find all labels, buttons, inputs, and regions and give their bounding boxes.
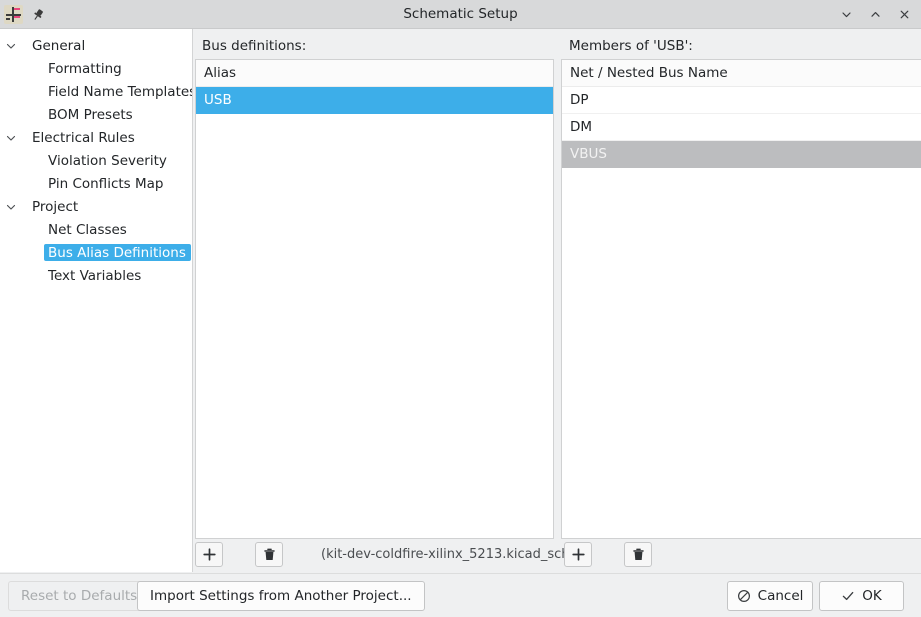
ok-button[interactable]: OK — [819, 581, 904, 611]
schematic-setup-dialog: Schematic Setup — [0, 0, 921, 617]
sidebar-item-label: Formatting — [0, 60, 128, 77]
reset-to-defaults-label: Reset to Defaults — [21, 588, 137, 604]
add-member-button[interactable] — [564, 542, 592, 567]
table-row[interactable]: USB — [196, 87, 553, 114]
ok-label: OK — [862, 588, 881, 604]
bus-definitions-list[interactable]: Alias USB — [195, 59, 554, 539]
check-icon — [841, 589, 855, 603]
sidebar-item-label: Violation Severity — [0, 152, 173, 169]
sidebar-item-general[interactable]: General — [0, 34, 192, 57]
sidebar-item-label: Bus Alias Definitions — [44, 244, 191, 261]
sidebar-item-field-name-templates[interactable]: Field Name Templates — [0, 80, 192, 103]
add-bus-definition-button[interactable] — [195, 542, 223, 567]
bus-definitions-column-header: Alias — [196, 60, 553, 87]
bus-definitions-toolbar: (kit-dev-coldfire-xilinx_5213.kicad_sch) — [195, 542, 575, 567]
minimize-chevron-down-icon[interactable] — [833, 2, 860, 27]
trash-icon — [631, 547, 646, 562]
table-row[interactable]: VBUS — [562, 141, 921, 168]
members-label: Members of 'USB': — [569, 38, 693, 54]
table-row[interactable]: DM — [562, 114, 921, 141]
plus-icon — [202, 547, 217, 562]
members-toolbar — [564, 542, 652, 567]
delete-member-button[interactable] — [624, 542, 652, 567]
members-list[interactable]: Net / Nested Bus Name DP DM VBUS — [561, 59, 921, 539]
dialog-button-bar: Reset to Defaults Import Settings from A… — [0, 573, 921, 617]
sidebar-item-label: Pin Conflicts Map — [0, 175, 169, 192]
delete-bus-definition-button[interactable] — [255, 542, 283, 567]
titlebar: Schematic Setup — [0, 0, 921, 29]
sidebar-item-label: Net Classes — [0, 221, 133, 238]
chevron-down-icon[interactable] — [0, 201, 22, 213]
sidebar-item-bom-presets[interactable]: BOM Presets — [0, 103, 192, 126]
sidebar-item-label: Field Name Templates — [0, 83, 193, 100]
sidebar-item-label: Text Variables — [0, 267, 147, 284]
settings-tree-sidebar[interactable]: General Formatting Field Name Templates … — [0, 29, 193, 572]
sidebar-item-electrical-rules[interactable]: Electrical Rules — [0, 126, 192, 149]
maximize-chevron-up-icon[interactable] — [862, 2, 889, 27]
sidebar-item-violation-severity[interactable]: Violation Severity — [0, 149, 192, 172]
reset-to-defaults-button[interactable]: Reset to Defaults — [8, 581, 150, 611]
window-controls — [833, 0, 918, 29]
sidebar-item-label: Project — [22, 198, 84, 215]
sidebar-item-label: Electrical Rules — [22, 129, 141, 146]
sidebar-item-formatting[interactable]: Formatting — [0, 57, 192, 80]
import-settings-button[interactable]: Import Settings from Another Project... — [137, 581, 425, 611]
bus-definitions-label: Bus definitions: — [202, 38, 306, 54]
sidebar-item-pin-conflicts-map[interactable]: Pin Conflicts Map — [0, 172, 192, 195]
import-settings-label: Import Settings from Another Project... — [150, 588, 412, 604]
cancel-label: Cancel — [758, 588, 804, 604]
close-icon[interactable] — [891, 2, 918, 27]
chevron-down-icon[interactable] — [0, 40, 22, 52]
sidebar-item-bus-alias-definitions[interactable]: Bus Alias Definitions — [0, 241, 192, 264]
window-title: Schematic Setup — [0, 0, 921, 29]
plus-icon — [571, 547, 586, 562]
chevron-down-icon[interactable] — [0, 132, 22, 144]
sidebar-item-label: General — [22, 37, 91, 54]
sidebar-item-label: BOM Presets — [0, 106, 139, 123]
trash-icon — [262, 547, 277, 562]
cancel-button[interactable]: Cancel — [727, 581, 813, 611]
table-row[interactable]: DP — [562, 87, 921, 114]
members-column-header: Net / Nested Bus Name — [562, 60, 921, 87]
sidebar-item-net-classes[interactable]: Net Classes — [0, 218, 192, 241]
sidebar-item-text-variables[interactable]: Text Variables — [0, 264, 192, 287]
cancel-circle-slash-icon — [737, 589, 751, 603]
bus-alias-definitions-page: Bus definitions: Alias USB — [194, 29, 921, 572]
source-file-label: (kit-dev-coldfire-xilinx_5213.kicad_sch) — [321, 547, 575, 562]
sidebar-item-project[interactable]: Project — [0, 195, 192, 218]
